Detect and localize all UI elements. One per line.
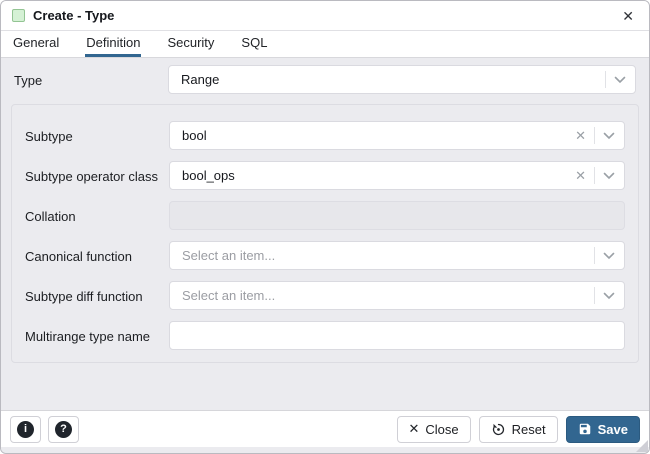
select-separator [594,127,595,144]
field-row-multirange-type-name: Multirange type name [25,321,625,350]
subtype-operator-class-select[interactable]: bool_ops ✕ [169,161,625,190]
close-icon[interactable]: ✕ [619,7,637,25]
subtype-select-adornments: ✕ [575,127,624,144]
footer-right-buttons: ✕ Close Reset Save [397,416,641,443]
select-separator [594,247,595,264]
tab-security[interactable]: Security [166,31,215,57]
field-row-type: Type Range [14,65,636,94]
close-button-label: Close [425,422,458,437]
dialog-bottom-edge [1,447,649,453]
subtype-select[interactable]: bool ✕ [169,121,625,150]
create-type-dialog: Create - Type ✕ General Definition Secur… [0,0,650,454]
type-icon [12,9,25,22]
subtype-operator-class-label: Subtype operator class [25,161,169,187]
canonical-function-select[interactable]: Select an item... [169,241,625,270]
close-x-icon: ✕ [409,421,420,437]
type-label: Type [14,65,168,91]
close-button[interactable]: ✕ Close [397,416,471,443]
range-options-group: Subtype bool ✕ Subtype operator class [11,104,639,363]
type-select[interactable]: Range [168,65,636,94]
field-row-canonical-function: Canonical function Select an item... [25,241,625,270]
type-select-value: Range [181,72,219,87]
subtype-diff-function-placeholder: Select an item... [182,288,275,303]
field-row-collation: Collation [25,201,625,230]
chevron-down-icon[interactable] [603,172,615,180]
type-select-adornments [605,71,635,88]
canonical-function-label: Canonical function [25,241,169,267]
chevron-down-icon[interactable] [603,292,615,300]
save-button-label: Save [598,422,628,437]
select-separator [594,167,595,184]
reset-icon [491,422,506,437]
reset-button[interactable]: Reset [479,416,558,443]
collation-label: Collation [25,201,169,227]
canonical-function-placeholder: Select an item... [182,248,275,263]
footer: i ? ✕ Close Reset Save [1,410,649,447]
canonical-function-adornments [594,247,624,264]
select-separator [605,71,606,88]
subtype-label: Subtype [25,121,169,147]
clear-icon[interactable]: ✕ [575,129,586,142]
help-icon: ? [55,421,72,438]
multirange-type-name-input[interactable] [169,321,625,350]
subtype-diff-function-select[interactable]: Select an item... [169,281,625,310]
subtype-diff-function-adornments [594,287,624,304]
definition-panel: Type Range Subtype bool ✕ [1,58,649,410]
tab-sql[interactable]: SQL [240,31,268,57]
subtype-operator-class-adornments: ✕ [575,167,624,184]
footer-left-buttons: i ? [10,416,79,443]
tab-general[interactable]: General [12,31,60,57]
field-row-subtype-operator-class: Subtype operator class bool_ops ✕ [25,161,625,190]
resize-handle[interactable] [636,440,648,452]
subtype-operator-class-value: bool_ops [182,168,235,183]
tabbar: General Definition Security SQL [1,31,649,58]
tab-definition[interactable]: Definition [85,31,141,57]
save-button[interactable]: Save [566,416,640,443]
subtype-select-value: bool [182,128,207,143]
chevron-down-icon[interactable] [603,252,615,260]
select-separator [594,287,595,304]
chevron-down-icon[interactable] [603,132,615,140]
titlebar: Create - Type ✕ [1,1,649,31]
dialog-title: Create - Type [33,8,114,23]
collation-input [169,201,625,230]
reset-button-label: Reset [512,422,546,437]
field-row-subtype-diff-function: Subtype diff function Select an item... [25,281,625,310]
help-button[interactable]: ? [48,416,79,443]
subtype-diff-function-label: Subtype diff function [25,281,169,307]
field-row-subtype: Subtype bool ✕ [25,121,625,150]
info-button[interactable]: i [10,416,41,443]
save-icon [578,422,592,436]
clear-icon[interactable]: ✕ [575,169,586,182]
info-icon: i [17,421,34,438]
chevron-down-icon[interactable] [614,76,626,84]
multirange-type-name-label: Multirange type name [25,321,169,347]
